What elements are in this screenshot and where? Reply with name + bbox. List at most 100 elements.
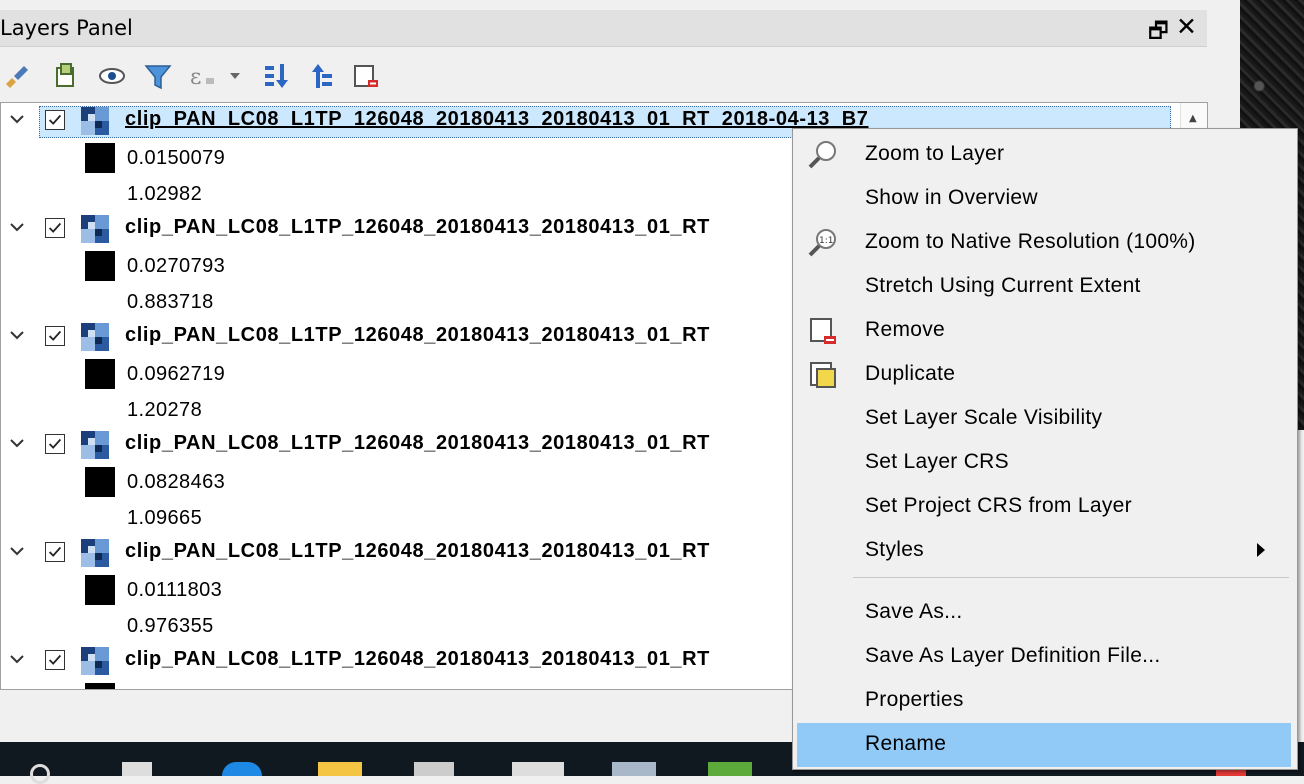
layer-context-menu: Zoom to Layer Show in Overview 1:1 Zoom to … [792,128,1298,770]
layer-name[interactable]: clip_PAN_LC08_L1TP_126048_20180413_20180… [125,108,869,131]
check-mark-icon [48,330,62,341]
menu-item-label: Duplicate [865,362,956,385]
layer-visibility-checkbox[interactable] [45,326,65,346]
raster-layer-icon [81,539,109,567]
check-mark-icon [48,654,62,665]
layer-name[interactable]: clip_PAN_LC08_L1TP_126048_20180413_20180… [125,648,710,671]
legend-swatch [85,143,115,173]
raster-layer-icon [81,215,109,243]
remove-layer-icon[interactable] [352,60,380,92]
menu-item-label: Stretch Using Current Extent [865,274,1141,297]
menu-item-zoom-to-layer[interactable]: Zoom to Layer [797,133,1291,177]
legend-max-value: 1.09665 [127,507,203,529]
layers-toolbar: ε [0,56,1207,98]
legend-swatch [85,467,115,497]
qgis-icon[interactable] [708,762,752,776]
menu-item-set-layer-crs[interactable]: Set Layer CRS [797,441,1291,485]
layer-name[interactable]: clip_PAN_LC08_L1TP_126048_20180413_20180… [125,432,710,455]
check-mark-icon [48,438,62,449]
chevron-down-icon[interactable] [9,651,25,667]
chevron-down-icon[interactable] [9,543,25,559]
legend-max-value: 1.20278 [127,399,203,421]
legend-swatch [85,683,115,689]
duplicate-layer-icon [810,362,836,388]
visibility-eye-icon[interactable] [98,60,126,92]
menu-item-label: Properties [865,688,964,711]
close-panel-button[interactable]: ✕ [1176,12,1197,41]
menu-separator [853,577,1289,578]
filter-funnel-icon[interactable] [144,60,172,92]
legend-min-value: 0.0150079 [127,147,226,169]
svg-text:ε: ε [190,65,201,90]
search-icon[interactable] [30,764,50,784]
panel-title: Layers Panel [0,16,133,40]
add-group-icon[interactable] [52,60,80,92]
legend-swatch [85,251,115,281]
menu-item-remove[interactable]: Remove [797,309,1291,353]
chevron-down-icon[interactable] [9,111,25,127]
layer-visibility-checkbox[interactable] [45,434,65,454]
menu-item-label: Remove [865,318,945,341]
layer-visibility-checkbox[interactable] [45,218,65,238]
task-view-icon[interactable] [122,762,152,776]
menu-item-set-project-crs-from-layer[interactable]: Set Project CRS from Layer [797,485,1291,529]
layer-name[interactable]: clip_PAN_LC08_L1TP_126048_20180413_20180… [125,540,710,563]
check-mark-icon [48,546,62,557]
zoom-native-icon: 1:1 [808,229,836,257]
zoom-to-layer-icon [808,141,836,169]
menu-item-duplicate[interactable]: Duplicate [797,353,1291,397]
chevron-down-icon[interactable] [9,219,25,235]
file-explorer-icon[interactable] [318,762,362,776]
menu-item-rename[interactable]: Rename [797,723,1291,767]
legend-swatch [85,575,115,605]
menu-item-styles[interactable]: Styles [797,529,1291,573]
check-mark-icon [48,114,62,125]
legend-min-value: 0.0111803 [127,579,223,601]
menu-item-label: Zoom to Native Resolution (100%) [865,230,1196,253]
menu-item-label: Save As Layer Definition File... [865,644,1161,667]
collapse-all-icon[interactable] [308,60,336,92]
legend-max-value: 0.883718 [127,291,214,313]
menu-item-properties[interactable]: Properties [797,679,1291,723]
legend-max-value: 0.976355 [127,615,214,637]
layer-name[interactable]: clip_PAN_LC08_L1TP_126048_20180413_20180… [125,324,710,347]
filter-expression-icon[interactable]: ε [188,60,244,92]
menu-item-label: Set Layer CRS [865,450,1009,473]
edge-browser-icon[interactable] [222,762,262,776]
expand-all-icon[interactable] [262,60,290,92]
app-icon[interactable] [612,762,656,776]
store-icon[interactable] [414,762,454,776]
legend-max-value: 1.02982 [127,183,203,205]
scroll-up-arrow-icon[interactable]: ▲ [1189,113,1197,124]
menu-item-label: Show in Overview [865,186,1038,209]
menu-item-save-as[interactable]: Save As... [797,591,1291,635]
layer-visibility-checkbox[interactable] [45,542,65,562]
remove-layer-icon [810,318,836,344]
menu-item-label: Set Layer Scale Visibility [865,406,1103,429]
check-mark-icon [48,222,62,233]
legend-min-value: 0.0270793 [127,255,226,277]
chevron-down-icon[interactable] [9,435,25,451]
chevron-down-icon[interactable] [9,327,25,343]
layer-visibility-checkbox[interactable] [45,110,65,130]
float-panel-button[interactable]: 🗗 [1148,14,1169,52]
raster-layer-icon [81,107,109,135]
svg-text:1:1: 1:1 [819,236,833,246]
menu-item-set-layer-scale-visibility[interactable]: Set Layer Scale Visibility [797,397,1291,441]
style-paintbrush-icon[interactable] [2,60,30,92]
menu-item-stretch-using-current-extent[interactable]: Stretch Using Current Extent [797,265,1291,309]
raster-layer-icon [81,431,109,459]
layer-name[interactable]: clip_PAN_LC08_L1TP_126048_20180413_20180… [125,216,710,239]
layer-visibility-checkbox[interactable] [45,650,65,670]
menu-item-label: Styles [865,538,924,561]
menu-item-label: Zoom to Layer [865,142,1005,165]
menu-item-zoom-to-native-resolution-100[interactable]: 1:1 Zoom to Native Resolution (100%) [797,221,1291,265]
menu-item-label: Rename [865,732,947,755]
menu-item-save-as-layer-definition-file[interactable]: Save As Layer Definition File... [797,635,1291,679]
legend-min-value: 0.0828463 [127,471,226,493]
menu-item-label: Save As... [865,600,963,623]
menu-item-label: Set Project CRS from Layer [865,494,1132,517]
mail-icon[interactable] [512,762,564,776]
submenu-arrow-icon [1257,543,1265,557]
menu-item-show-in-overview[interactable]: Show in Overview [797,177,1291,221]
